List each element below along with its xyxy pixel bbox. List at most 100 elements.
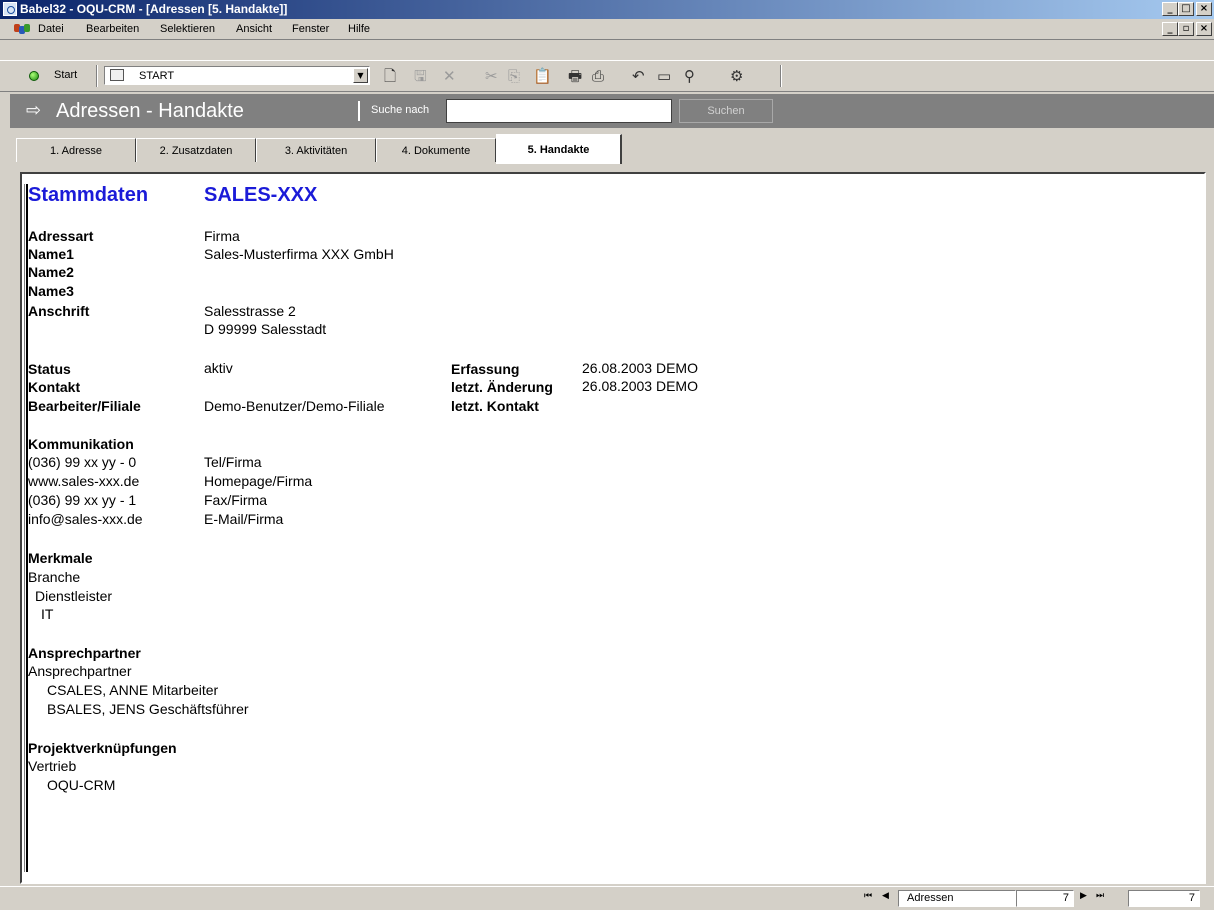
search-button[interactable]: Suchen <box>679 99 773 123</box>
anschrift-line2: D 99999 Salesstadt <box>204 321 327 337</box>
toolbar-separator <box>96 65 98 87</box>
find-icon[interactable]: ⚲ <box>684 67 695 85</box>
header-separator <box>358 101 360 121</box>
name1-value: Sales-Musterfirma XXX GmbH <box>204 246 394 262</box>
child-restore-button[interactable]: ▫ <box>1178 22 1194 36</box>
projekt-item: OQU-CRM <box>47 777 116 793</box>
menu-bearbeiten[interactable]: Bearbeiten <box>86 23 139 35</box>
kommunikation-type: Tel/Firma <box>204 454 262 470</box>
current-record-field[interactable]: 7 <box>1016 890 1074 907</box>
letzt-kontakt-label: letzt. Kontakt <box>451 398 539 414</box>
tab-zusatzdaten[interactable]: 2. Zusatzdaten <box>136 138 256 162</box>
adressart-value: Firma <box>204 228 240 244</box>
child-minimize-button[interactable]: _ <box>1162 22 1178 36</box>
merkmal-item: Dienstleister <box>35 588 113 604</box>
ansprechpartner-item: BSALES, JENS Geschäftsführer <box>47 701 249 717</box>
new-document-icon[interactable]: 🗋 <box>384 67 396 85</box>
ansprechpartner-item: CSALES, ANNE Mitarbeiter <box>47 682 219 698</box>
start-combo[interactable]: START ▼ <box>104 66 370 85</box>
adressart-label: Adressart <box>28 228 94 244</box>
maximize-button[interactable]: □ <box>1178 2 1194 16</box>
projekt-title: Projektverknüpfungen <box>28 740 177 756</box>
merkmal-item: Branche <box>28 569 81 585</box>
name2-label: Name2 <box>28 264 74 280</box>
paste-icon[interactable]: 📋 <box>533 67 552 85</box>
child-close-button[interactable]: × <box>1196 22 1212 36</box>
kommunikation-value: (036) 99 xx yy - 1 <box>28 492 137 508</box>
app-icon <box>3 2 17 16</box>
kommunikation-value: info@sales-xxx.de <box>28 511 143 527</box>
status-value: aktiv <box>204 360 233 376</box>
tab-strip: 1. Adresse 2. Zusatzdaten 3. Aktivitäten… <box>10 128 1214 166</box>
bearbeiter-value: Demo-Benutzer/Demo-Filiale <box>204 398 385 414</box>
arrow-right-icon: ⇨ <box>26 100 42 121</box>
toolbar-separator <box>780 65 782 87</box>
copy-icon[interactable]: ⎘ <box>508 67 520 85</box>
erfassung-value: 26.08.2003 DEMO <box>582 360 698 376</box>
menu-datei[interactable]: Datei <box>38 23 64 35</box>
kommunikation-title: Kommunikation <box>28 436 134 452</box>
projekt-group: Vertrieb <box>28 758 77 774</box>
menu-bar: Datei Bearbeiten Selektieren Ansicht Fen… <box>0 19 1214 40</box>
delete-icon[interactable]: ✕ <box>443 67 456 85</box>
menu-fenster[interactable]: Fenster <box>292 23 329 35</box>
start-combo-value: START <box>139 70 175 82</box>
anschrift-label: Anschrift <box>28 303 90 319</box>
tab-aktivitaeten[interactable]: 3. Aktivitäten <box>256 138 376 162</box>
document-view[interactable] <box>20 172 1206 884</box>
print-icon[interactable]: 🖶 <box>568 67 582 85</box>
search-input[interactable] <box>446 99 672 123</box>
close-button[interactable]: × <box>1196 2 1212 16</box>
anschrift-line1: Salesstrasse 2 <box>204 303 296 319</box>
merkmale-title: Merkmale <box>28 550 93 566</box>
kommunikation-value: (036) 99 xx yy - 0 <box>28 454 137 470</box>
page-title: Adressen - Handakte <box>56 100 244 122</box>
ansprechpartner-title: Ansprechpartner <box>28 645 141 661</box>
minimize-button[interactable]: _ <box>1162 2 1178 16</box>
erfassung-label: Erfassung <box>451 361 520 377</box>
last-record-icon[interactable]: ⏭ <box>1096 891 1104 901</box>
start-status-icon <box>29 71 39 81</box>
kommunikation-value: www.sales-xxx.de <box>28 473 140 489</box>
previous-record-icon[interactable]: ◀ <box>882 891 889 901</box>
tab-dokumente[interactable]: 4. Dokumente <box>376 138 496 162</box>
heading-address-code: SALES-XXX <box>204 184 318 206</box>
name3-label: Name3 <box>28 283 74 299</box>
save-icon[interactable]: 🖫 <box>414 67 427 85</box>
window-title: Babel32 - OQU-CRM - [Adressen [5. Handak… <box>20 2 288 16</box>
module-header: ⇨ Adressen - Handakte Suche nach Suchen <box>10 94 1214 128</box>
window-icon[interactable]: ▭ <box>657 67 671 85</box>
heading-stammdaten: Stammdaten <box>28 184 149 206</box>
cut-icon[interactable]: ✂ <box>485 67 498 85</box>
kommunikation-type: Fax/Firma <box>204 492 267 508</box>
menu-ansicht[interactable]: Ansicht <box>236 23 272 35</box>
status-bar: ⏮ ◀ Adressen 7 ▶ ⏭ 7 <box>0 886 1214 910</box>
menu-hilfe[interactable]: Hilfe <box>348 23 370 35</box>
toolbar: Start START ▼ 🗋 🖫 ✕ ✂ ⎘ 📋 🖶 ⎙ ↶ ▭ ⚲ ⚙ <box>0 60 1214 92</box>
kommunikation-type: Homepage/Firma <box>204 473 313 489</box>
first-record-icon[interactable]: ⏮ <box>864 891 872 901</box>
bearbeiter-label: Bearbeiter/Filiale <box>28 398 141 414</box>
start-button[interactable]: Start <box>54 69 77 81</box>
merkmal-item: IT <box>41 606 54 622</box>
name1-label: Name1 <box>28 246 74 262</box>
tools-icon[interactable]: ⚙ <box>730 67 743 85</box>
margin-line <box>24 184 25 872</box>
status-label: Status <box>28 361 71 377</box>
ansprechpartner-group: Ansprechpartner <box>28 663 132 679</box>
undo-icon[interactable]: ↶ <box>632 67 645 85</box>
total-records-field: 7 <box>1128 890 1200 907</box>
print-preview-icon[interactable]: ⎙ <box>592 67 604 85</box>
title-bar: Babel32 - OQU-CRM - [Adressen [5. Handak… <box>0 0 1214 19</box>
tab-handakte[interactable]: 5. Handakte <box>496 134 622 164</box>
form-icon <box>110 69 124 81</box>
mdi-child-icon[interactable] <box>14 22 30 36</box>
chevron-down-icon[interactable]: ▼ <box>353 68 368 83</box>
kontakt-label: Kontakt <box>28 379 81 395</box>
next-record-icon[interactable]: ▶ <box>1080 891 1087 901</box>
tab-adresse[interactable]: 1. Adresse <box>16 138 136 162</box>
menu-selektieren[interactable]: Selektieren <box>160 23 215 35</box>
aenderung-label: letzt. Änderung <box>451 379 553 395</box>
record-label: Adressen <box>898 890 1016 907</box>
aenderung-value: 26.08.2003 DEMO <box>582 378 698 394</box>
